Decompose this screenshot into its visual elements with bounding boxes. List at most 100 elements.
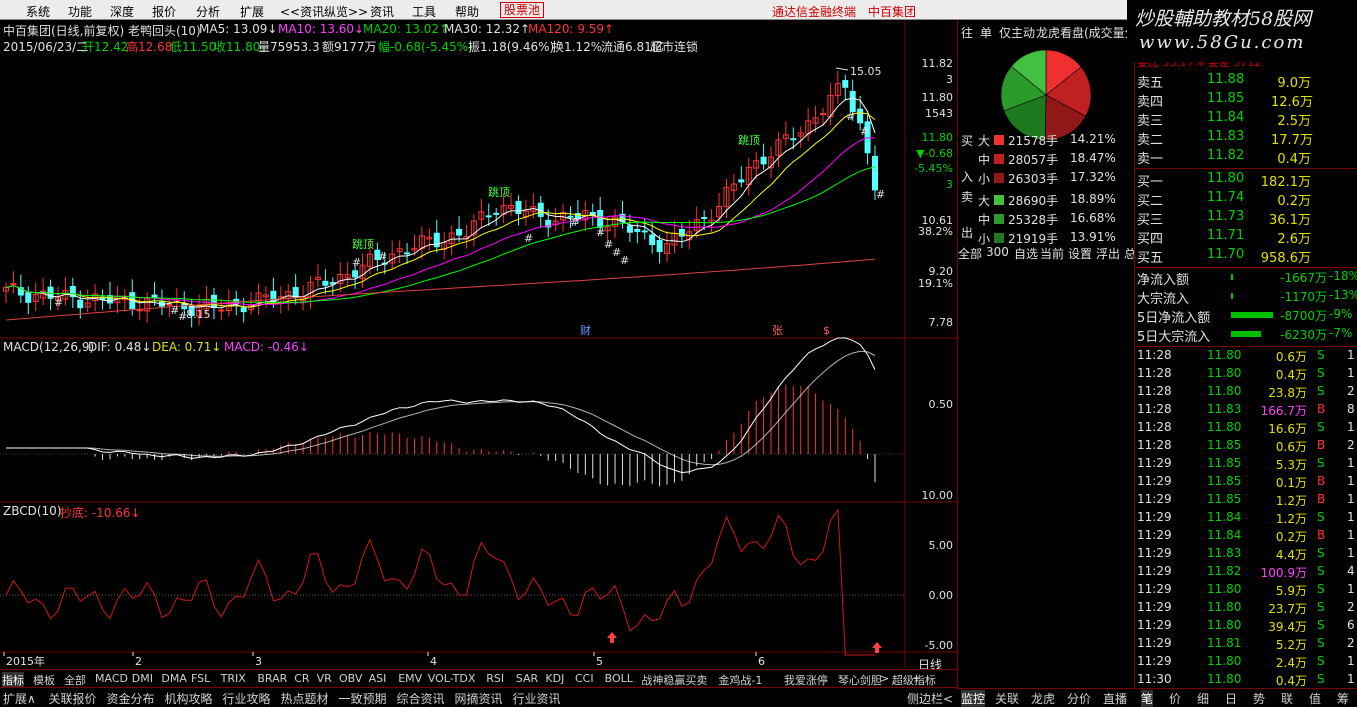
indicator-tab-21[interactable]: 金鸡战-1 [718,672,762,688]
indicator-tab-15[interactable]: RSI [486,672,504,685]
flow-footer-1[interactable]: 300 [986,245,1009,259]
menu-item-2[interactable]: 深度 [110,3,134,20]
remove-icon[interactable]: - [930,672,934,685]
right-tab-12[interactable]: 筹 [1337,690,1349,707]
indicator-tab-4[interactable]: DMI [132,672,153,685]
menu-item-7[interactable]: 纵览>> [324,3,368,20]
indicator-tab-10[interactable]: VR [317,672,332,685]
indicator-tab-7[interactable]: TRIX [221,672,246,685]
tick-side-17: S [1317,654,1325,668]
flow-footer-3[interactable]: 当前 [1040,245,1064,262]
menu-item-0[interactable]: 系统 [26,3,50,20]
info-tab-2[interactable]: 资金分布 [107,690,155,707]
indicator-tab-22[interactable]: 我爱涨停 [784,672,828,688]
buy-level-label-4: 买五 [1137,251,1164,266]
indicator-tab-16[interactable]: SAR [516,672,538,685]
right-tab-4[interactable]: 直播 [1103,690,1127,707]
indicator-tab-1[interactable]: 模板 [33,672,55,688]
signal-label-0: 跳顶 [352,237,374,251]
indicator-tab-17[interactable]: KDJ [545,672,564,685]
panel-tab-1[interactable]: 单 [980,24,992,41]
indicator-tab-0[interactable]: 指标 [2,672,24,688]
indicator-tab-9[interactable]: CR [294,672,309,685]
right-tab-7[interactable]: 细 [1197,690,1209,707]
menu-item-9[interactable]: 工具 [412,3,436,20]
indicator-tab-23[interactable]: 琴心剑胆 [838,672,882,688]
indicator-tab-19[interactable]: BOLL [605,672,633,685]
right-tab-10[interactable]: 联 [1281,690,1293,707]
right-tab-5[interactable]: 笔 [1141,690,1154,707]
sell-level-label-3: 卖二 [1137,133,1164,148]
info-tab-1[interactable]: 关联报价 [49,690,97,707]
info-tab-9[interactable]: 行业资讯 [513,690,561,707]
flow-size-3: 大 [978,194,991,208]
right-tab-9[interactable]: 势 [1253,690,1265,707]
info-tab-3[interactable]: 机构攻略 [165,690,213,707]
right-tab-2[interactable]: 龙虎 [1031,690,1055,707]
tick-side-2: S [1317,384,1325,398]
panel-tab-3[interactable]: 龙虎看盘(成交量分 [1036,24,1137,41]
flow-footer-0[interactable]: 全部 [958,245,982,262]
candle-body [218,309,225,312]
flow-footer-2[interactable]: 自选 [1014,245,1038,262]
right-tab-11[interactable]: 值 [1309,690,1321,707]
tick-vol-5: 0.6万 [1275,440,1307,454]
stock-link[interactable]: 中百集团 [868,3,916,20]
ma5-label: MA5: 13.09↓ [199,22,278,36]
right-tab-3[interactable]: 分价 [1067,690,1091,707]
menu-item-10[interactable]: 帮助 [455,3,479,20]
menu-item-6[interactable]: <<资讯 [280,3,324,20]
right-tab-1[interactable]: 关联 [995,690,1019,707]
indicator-tab-5[interactable]: DMA [161,672,187,685]
menu-item-1[interactable]: 功能 [68,3,92,20]
indicator-tab-11[interactable]: OBV [339,672,362,685]
candle-body [322,280,329,286]
add-icon[interactable]: + [912,672,921,685]
close-price: 收11.80 [214,40,261,54]
indicator-tab-12[interactable]: ASI [369,672,387,685]
info-tab-5[interactable]: 热点题材 [281,690,329,707]
indicator-tab-8[interactable]: BRAR [257,672,287,685]
indicator-tab-3[interactable]: MACD [95,672,128,685]
info-tab-6[interactable]: 一致预期 [339,690,387,707]
flow-footer-5[interactable]: 浮出 [1096,245,1120,262]
menu-item-5[interactable]: 扩展 [240,3,264,20]
menu-item-3[interactable]: 报价 [152,3,176,20]
kline-chart-area[interactable]: 11.82 3 11.80 1543 11.80 ▼-0.68 -5.45% 3 10.61 38… [0,20,957,672]
flow-pct-4: 16.68% [1070,211,1116,225]
more-indicators-icon[interactable]: > [880,672,889,685]
right-tab-0[interactable]: 监控 [961,690,986,707]
menu-item-4[interactable]: 分析 [196,3,220,20]
indicator-tab-14[interactable]: VOL-TDX [428,672,476,685]
panel-tab-0[interactable]: 往 [961,24,973,41]
tick-vol-4: 16.6万 [1268,422,1307,436]
ma120-label: MA120: 9.59↑ [528,22,615,36]
right-tab-8[interactable]: 日 [1225,690,1237,707]
indicator-tab-18[interactable]: CCI [575,672,594,685]
flow-pct-2: -9% [1329,307,1353,321]
tick-price-17: 11.80 [1207,654,1242,668]
right-tab-6[interactable]: 价 [1169,690,1181,707]
sell-level-label-1: 卖四 [1137,95,1164,110]
ad-link[interactable]: 通达信金融终端 [772,3,856,20]
peak-pointer [835,67,849,71]
panel-tab-2[interactable]: 仅主动 [999,24,1035,41]
tick-time-7: 11:29 [1137,474,1172,488]
tick-price-8: 11.85 [1207,492,1242,506]
flow-footer-4[interactable]: 设置 [1068,245,1092,262]
indicator-tab-20[interactable]: 战神稳赢买卖 [641,672,707,688]
menu-item-8[interactable]: 资讯 [370,3,394,20]
info-tab-4[interactable]: 行业攻略 [223,690,271,707]
info-tab-8[interactable]: 网摘资讯 [455,690,503,707]
stock-pool-button[interactable]: 股票池 [500,2,545,18]
tick-price-3: 11.83 [1207,402,1242,416]
indicator-tab-13[interactable]: EMV [398,672,422,685]
tick-count-18: 1 [1347,672,1355,686]
sidebar-toggle[interactable]: 侧边栏< [907,690,953,707]
flow-pct-3: 18.89% [1070,192,1116,206]
tick-time-14: 11:29 [1137,600,1172,614]
info-tab-7[interactable]: 综合资讯 [397,690,445,707]
indicator-tab-6[interactable]: FSL [191,672,210,685]
indicator-tab-2[interactable]: 全部 [64,672,86,688]
info-tab-0[interactable]: 扩展∧ [3,690,36,707]
